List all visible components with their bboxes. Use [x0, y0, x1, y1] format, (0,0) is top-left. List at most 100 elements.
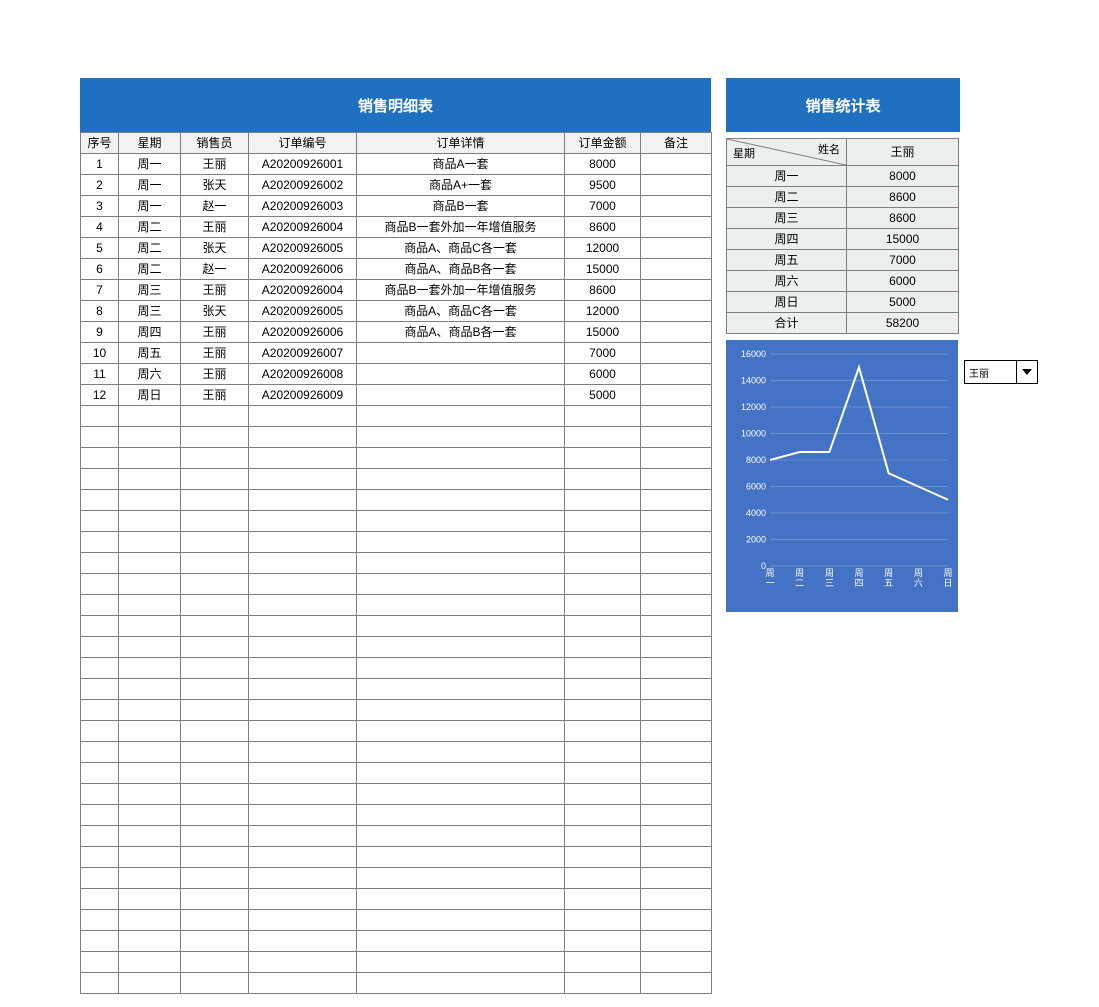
- cell-ord[interactable]: A20200926001: [249, 154, 357, 175]
- cell-amt[interactable]: 12000: [565, 238, 641, 259]
- table-row-empty[interactable]: [81, 805, 712, 826]
- cell-seq[interactable]: 6: [81, 259, 119, 280]
- table-row[interactable]: 7周三王丽A20200926004商品B一套外加一年增值服务8600: [81, 280, 712, 301]
- table-row-empty[interactable]: [81, 616, 712, 637]
- cell-day[interactable]: 周一: [119, 154, 181, 175]
- cell-amt[interactable]: 15000: [565, 259, 641, 280]
- cell-amt[interactable]: 7000: [565, 196, 641, 217]
- table-row-empty[interactable]: [81, 448, 712, 469]
- cell-amt[interactable]: 7000: [565, 343, 641, 364]
- col-seq[interactable]: 序号: [81, 133, 119, 154]
- summary-day[interactable]: 周四: [727, 229, 847, 250]
- table-row-empty[interactable]: [81, 406, 712, 427]
- cell-rem[interactable]: [641, 322, 712, 343]
- table-row-empty[interactable]: [81, 784, 712, 805]
- table-row-empty[interactable]: [81, 469, 712, 490]
- cell-seq[interactable]: 9: [81, 322, 119, 343]
- table-row[interactable]: 5周二张天A20200926005商品A、商品C各一套12000: [81, 238, 712, 259]
- col-day[interactable]: 星期: [119, 133, 181, 154]
- table-row-empty[interactable]: [81, 721, 712, 742]
- cell-rem[interactable]: [641, 175, 712, 196]
- summary-value[interactable]: 8000: [847, 166, 959, 187]
- table-row[interactable]: 8周三张天A20200926005商品A、商品C各一套12000: [81, 301, 712, 322]
- cell-day[interactable]: 周一: [119, 175, 181, 196]
- table-row-empty[interactable]: [81, 658, 712, 679]
- summary-row[interactable]: 周六6000: [727, 271, 959, 292]
- cell-day[interactable]: 周六: [119, 364, 181, 385]
- cell-amt[interactable]: 8600: [565, 280, 641, 301]
- cell-rem[interactable]: [641, 280, 712, 301]
- summary-day[interactable]: 周日: [727, 292, 847, 313]
- summary-day[interactable]: 周二: [727, 187, 847, 208]
- cell-rem[interactable]: [641, 385, 712, 406]
- cell-amt[interactable]: 12000: [565, 301, 641, 322]
- table-row[interactable]: 12周日王丽A202009260095000: [81, 385, 712, 406]
- col-amount[interactable]: 订单金额: [565, 133, 641, 154]
- cell-det[interactable]: [357, 385, 565, 406]
- cell-rem[interactable]: [641, 217, 712, 238]
- summary-row[interactable]: 周日5000: [727, 292, 959, 313]
- summary-value[interactable]: 8600: [847, 208, 959, 229]
- table-row[interactable]: 3周一赵一A20200926003商品B一套7000: [81, 196, 712, 217]
- summary-day[interactable]: 周一: [727, 166, 847, 187]
- cell-sp[interactable]: 王丽: [181, 385, 249, 406]
- cell-sp[interactable]: 王丽: [181, 280, 249, 301]
- cell-seq[interactable]: 7: [81, 280, 119, 301]
- summary-row[interactable]: 周三8600: [727, 208, 959, 229]
- summary-value[interactable]: 8600: [847, 187, 959, 208]
- cell-sp[interactable]: 王丽: [181, 154, 249, 175]
- table-row-empty[interactable]: [81, 427, 712, 448]
- cell-rem[interactable]: [641, 196, 712, 217]
- cell-sp[interactable]: 张天: [181, 238, 249, 259]
- cell-ord[interactable]: A20200926006: [249, 259, 357, 280]
- cell-sp[interactable]: 张天: [181, 301, 249, 322]
- summary-value[interactable]: 6000: [847, 271, 959, 292]
- table-row[interactable]: 6周二赵一A20200926006商品A、商品B各一套15000: [81, 259, 712, 280]
- cell-ord[interactable]: A20200926006: [249, 322, 357, 343]
- table-row-empty[interactable]: [81, 889, 712, 910]
- salesperson-selector[interactable]: 王丽: [964, 360, 1038, 384]
- cell-amt[interactable]: 15000: [565, 322, 641, 343]
- table-row-empty[interactable]: [81, 973, 712, 994]
- cell-day[interactable]: 周二: [119, 217, 181, 238]
- table-row[interactable]: 9周四王丽A20200926006商品A、商品B各一套15000: [81, 322, 712, 343]
- table-row-empty[interactable]: [81, 742, 712, 763]
- cell-det[interactable]: [357, 364, 565, 385]
- summary-row[interactable]: 周二8600: [727, 187, 959, 208]
- table-row-empty[interactable]: [81, 679, 712, 700]
- cell-seq[interactable]: 12: [81, 385, 119, 406]
- cell-sp[interactable]: 赵一: [181, 259, 249, 280]
- cell-det[interactable]: 商品B一套外加一年增值服务: [357, 280, 565, 301]
- summary-day[interactable]: 周五: [727, 250, 847, 271]
- cell-ord[interactable]: A20200926003: [249, 196, 357, 217]
- table-row[interactable]: 1周一王丽A20200926001商品A一套8000: [81, 154, 712, 175]
- table-row-empty[interactable]: [81, 826, 712, 847]
- cell-det[interactable]: 商品A、商品B各一套: [357, 259, 565, 280]
- col-order-no[interactable]: 订单编号: [249, 133, 357, 154]
- summary-row[interactable]: 周五7000: [727, 250, 959, 271]
- col-salesperson[interactable]: 销售员: [181, 133, 249, 154]
- cell-sp[interactable]: 王丽: [181, 343, 249, 364]
- col-order-detail[interactable]: 订单详情: [357, 133, 565, 154]
- cell-ord[interactable]: A20200926008: [249, 364, 357, 385]
- summary-value[interactable]: 5000: [847, 292, 959, 313]
- cell-det[interactable]: 商品A一套: [357, 154, 565, 175]
- table-row-empty[interactable]: [81, 931, 712, 952]
- cell-det[interactable]: 商品B一套外加一年增值服务: [357, 217, 565, 238]
- table-row[interactable]: 2周一张天A20200926002商品A+一套9500: [81, 175, 712, 196]
- summary-row[interactable]: 周一8000: [727, 166, 959, 187]
- table-row-empty[interactable]: [81, 595, 712, 616]
- cell-sp[interactable]: 王丽: [181, 322, 249, 343]
- table-row-empty[interactable]: [81, 553, 712, 574]
- cell-rem[interactable]: [641, 301, 712, 322]
- cell-det[interactable]: 商品A、商品C各一套: [357, 301, 565, 322]
- summary-row[interactable]: 周四15000: [727, 229, 959, 250]
- cell-sp[interactable]: 王丽: [181, 364, 249, 385]
- cell-seq[interactable]: 5: [81, 238, 119, 259]
- summary-value[interactable]: 7000: [847, 250, 959, 271]
- table-row[interactable]: 11周六王丽A202009260086000: [81, 364, 712, 385]
- cell-seq[interactable]: 3: [81, 196, 119, 217]
- cell-day[interactable]: 周五: [119, 343, 181, 364]
- cell-sp[interactable]: 张天: [181, 175, 249, 196]
- table-row[interactable]: 10周五王丽A202009260077000: [81, 343, 712, 364]
